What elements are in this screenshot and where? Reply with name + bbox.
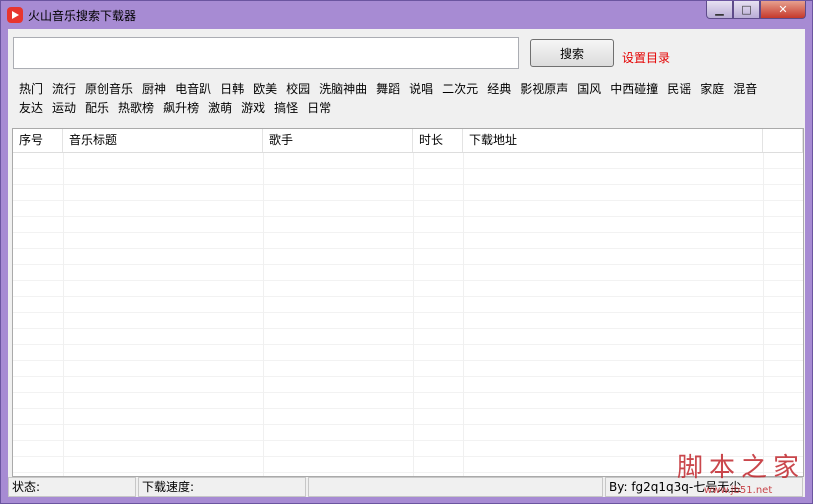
column-header-title[interactable]: 音乐标题 xyxy=(63,129,263,152)
search-input[interactable] xyxy=(13,37,519,69)
status-empty xyxy=(308,477,603,497)
category-item[interactable]: 厨神 xyxy=(142,80,166,97)
column-header-url[interactable]: 下载地址 xyxy=(463,129,763,152)
search-button[interactable]: 搜索 xyxy=(530,39,614,67)
category-item[interactable]: 运动 xyxy=(52,99,76,116)
category-item[interactable]: 欧美 xyxy=(253,80,277,97)
column-header-index[interactable]: 序号 xyxy=(13,129,63,152)
category-item[interactable]: 激萌 xyxy=(208,99,232,116)
category-row-1: 热门 流行 原创音乐 厨神 电音趴 日韩 欧美 校园 洗脑神曲 舞蹈 说唱 二次元 经典 影视原声 国风 中西… xyxy=(19,79,809,98)
column-divider xyxy=(263,153,264,476)
table-body[interactable] xyxy=(13,153,803,476)
category-item[interactable]: 日常 xyxy=(307,99,331,116)
category-item[interactable]: 混音 xyxy=(733,80,757,97)
watermark-logo: 脚本之家 xyxy=(677,453,806,483)
category-item[interactable]: 热歌榜 xyxy=(118,99,154,116)
category-item[interactable]: 流行 xyxy=(52,80,76,97)
window-controls: ▁ □ ✕ xyxy=(706,1,806,21)
category-item[interactable]: 飙升榜 xyxy=(163,99,199,116)
app-window: 火山音乐搜索下载器 ▁ □ ✕ 搜索 设置目录 热门 流行 原创音乐 厨神 电音趴 日韩欧… xyxy=(0,0,813,504)
maximize-button[interactable]: □ xyxy=(733,1,760,19)
column-divider xyxy=(413,153,414,476)
category-item[interactable]: 配乐 xyxy=(85,99,109,116)
category-item[interactable]: 原创音乐 xyxy=(85,80,133,97)
category-row-2: 友达 运动 配乐 热歌榜 飙升榜 激萌 游戏 搞怪 日常 xyxy=(19,98,809,117)
category-item[interactable]: 游戏 xyxy=(241,99,265,116)
category-item[interactable]: 二次元 xyxy=(442,80,478,97)
category-item[interactable]: 校园 xyxy=(286,80,310,97)
category-item[interactable]: 家庭 xyxy=(700,80,724,97)
category-item[interactable]: 民谣 xyxy=(667,80,691,97)
column-divider xyxy=(763,153,764,476)
category-item[interactable]: 搞怪 xyxy=(274,99,298,116)
category-item[interactable]: 中西碰撞 xyxy=(610,80,658,97)
category-item[interactable]: 洗脑神曲 xyxy=(319,80,367,97)
category-item[interactable]: 国风 xyxy=(577,80,601,97)
category-item[interactable]: 友达 xyxy=(19,99,43,116)
column-header-singer[interactable]: 歌手 xyxy=(263,129,413,152)
title-bar[interactable]: 火山音乐搜索下载器 ▁ □ ✕ xyxy=(1,1,812,29)
table-header: 序号 音乐标题 歌手 时长 下载地址 xyxy=(13,129,803,153)
client-area: 搜索 设置目录 热门 流行 原创音乐 厨神 电音趴 日韩 欧美 校园 洗脑神曲 舞蹈 说唱 二次元 经典… xyxy=(8,29,805,497)
category-item[interactable]: 舞蹈 xyxy=(376,80,400,97)
category-item[interactable]: 日韩 xyxy=(220,80,244,97)
close-button[interactable]: ✕ xyxy=(760,1,806,19)
status-state: 状态: xyxy=(8,477,136,497)
results-table[interactable]: 序号 音乐标题 歌手 时长 下载地址 xyxy=(12,128,804,477)
column-divider xyxy=(63,153,64,476)
category-item[interactable]: 热门 xyxy=(19,80,43,97)
category-item[interactable]: 经典 xyxy=(487,80,511,97)
category-item[interactable]: 说唱 xyxy=(409,80,433,97)
category-list: 热门 流行 原创音乐 厨神 电音趴 日韩 欧美 校园 洗脑神曲 舞蹈 说唱 二次元 经典 影视原声 国风 中西… xyxy=(19,79,809,117)
category-item[interactable]: 影视原声 xyxy=(520,80,568,97)
status-speed: 下载速度: xyxy=(138,477,306,497)
column-divider xyxy=(463,153,464,476)
category-item[interactable]: 电音趴 xyxy=(175,80,211,97)
set-directory-link[interactable]: 设置目录 xyxy=(622,49,670,66)
window-title: 火山音乐搜索下载器 xyxy=(28,9,137,23)
column-header-duration[interactable]: 时长 xyxy=(413,129,463,152)
watermark-url: www.jb51.net xyxy=(704,485,773,496)
column-header-empty xyxy=(763,129,803,152)
app-play-icon xyxy=(7,7,23,23)
minimize-button[interactable]: ▁ xyxy=(706,1,733,19)
